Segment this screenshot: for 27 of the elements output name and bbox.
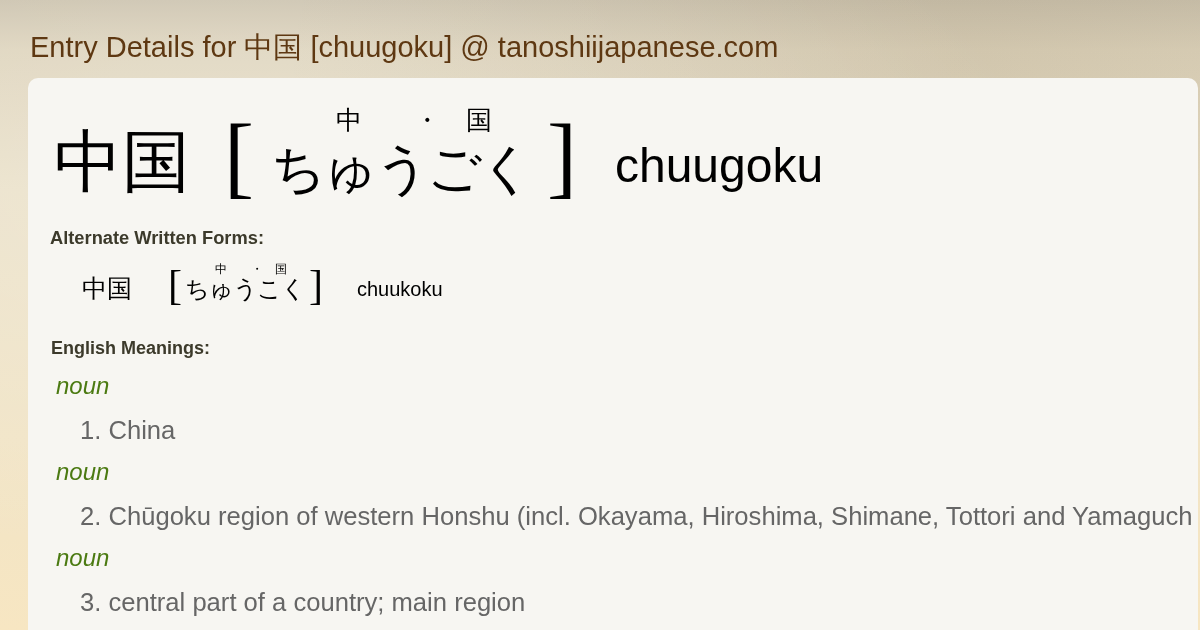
meaning-text: 2. Chūgoku region of western Honshu (incl. Okayama, Hiroshima, Shimane, Tottori and Yamaguch bbox=[80, 501, 1194, 532]
reading-kana: ちゅう bbox=[271, 142, 427, 196]
reading-kana: ちゅう bbox=[185, 277, 257, 301]
alternate-word: 中国 bbox=[82, 276, 132, 301]
meaning-text: 1. China bbox=[80, 415, 177, 446]
furigana-separator: ・ bbox=[414, 108, 440, 134]
reading-bracket: [ bbox=[168, 264, 182, 306]
reading-bracket: [ bbox=[224, 112, 254, 202]
furigana-kanji: 国 bbox=[275, 263, 287, 275]
part-of-speech: noun bbox=[56, 371, 111, 401]
headword: 中国 bbox=[54, 128, 190, 196]
reading-kana: ごく bbox=[427, 142, 531, 196]
reading-bracket: ] bbox=[309, 264, 323, 306]
romaji-reading: chuugoku bbox=[614, 142, 824, 190]
page-title: Entry Details for 中国 [chuugoku] @ tanoshiijapanese.com bbox=[29, 30, 779, 65]
meaning-text: 3. central part of a country; main region bbox=[80, 587, 527, 618]
furigana-kanji: 国 bbox=[466, 108, 492, 134]
part-of-speech: noun bbox=[56, 457, 111, 487]
section-heading: Alternate Written Forms: bbox=[50, 227, 265, 249]
reading-kana: こく bbox=[257, 277, 305, 301]
part-of-speech: noun bbox=[56, 543, 111, 573]
reading-bracket: ] bbox=[547, 112, 577, 202]
furigana-separator: ・ bbox=[251, 263, 263, 275]
furigana-kanji: 中 bbox=[215, 263, 227, 275]
furigana-kanji: 中 bbox=[336, 108, 362, 134]
romaji-reading: chuukoku bbox=[357, 279, 443, 299]
section-heading: English Meanings: bbox=[51, 337, 211, 359]
